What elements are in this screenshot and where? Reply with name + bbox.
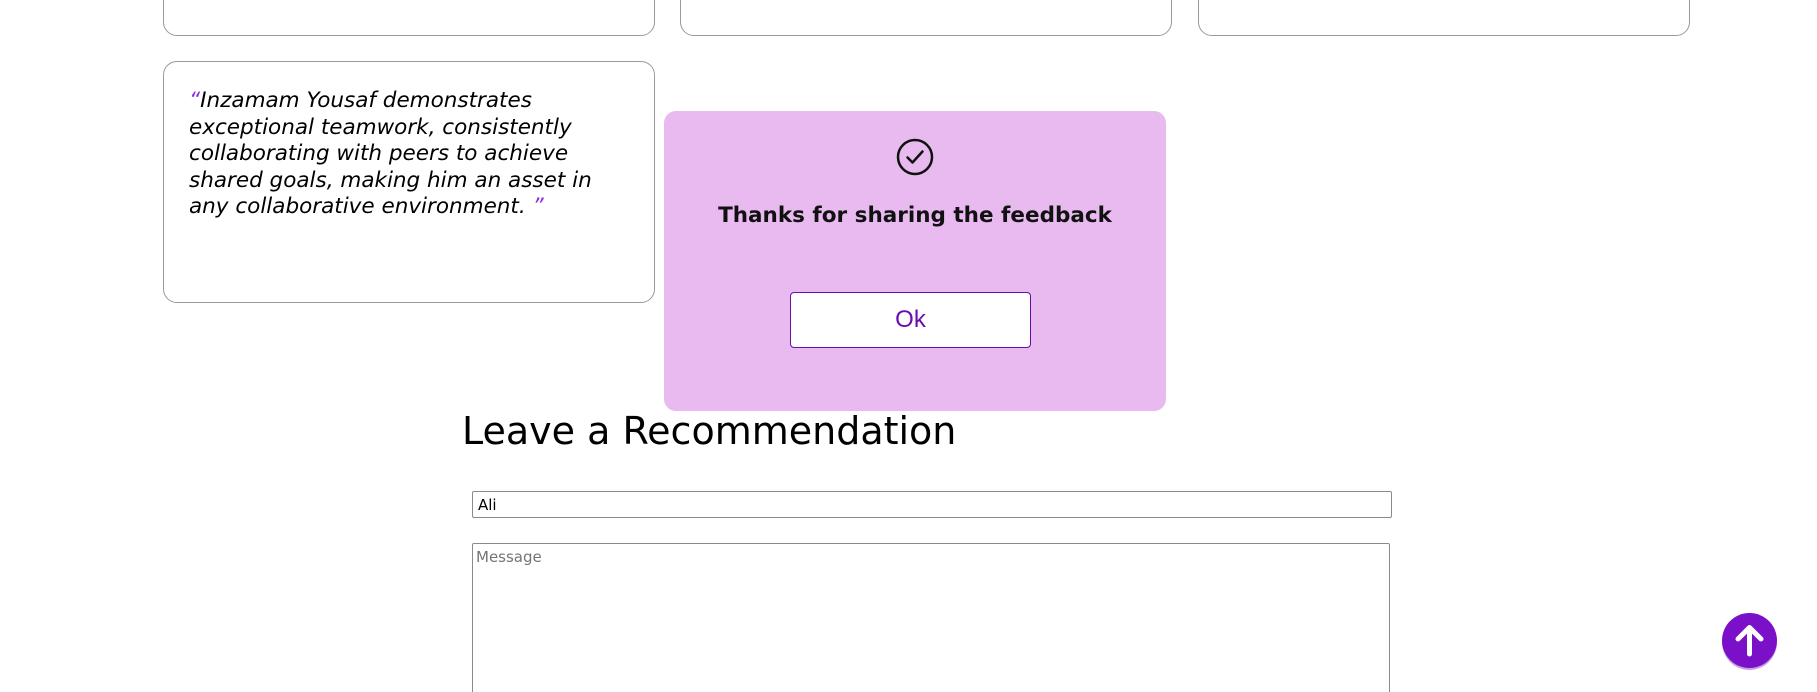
- arrow-up-icon: [1722, 613, 1777, 668]
- check-circle-icon: [896, 138, 934, 176]
- recommendation-card: [163, 0, 655, 36]
- modal-message: Thanks for sharing the feedback: [718, 203, 1112, 228]
- recommendation-card: [680, 0, 1172, 36]
- scroll-to-top-button[interactable]: [1722, 613, 1777, 668]
- name-input[interactable]: [472, 491, 1392, 518]
- ok-button[interactable]: Ok: [790, 292, 1031, 348]
- feedback-success-modal: Thanks for sharing the feedback Ok: [664, 111, 1166, 411]
- recommendation-quote: “Inzamam Yousaf demonstrates exceptional…: [189, 88, 630, 221]
- recommendation-form-heading: Leave a Recommendation: [462, 409, 957, 453]
- recommendation-card: [1198, 0, 1690, 36]
- message-input[interactable]: [472, 543, 1390, 692]
- recommendation-text: Inzamam Yousaf demonstrates exceptional …: [189, 88, 592, 219]
- recommendation-card: “Inzamam Yousaf demonstrates exceptional…: [163, 61, 655, 303]
- page: “Inzamam Yousaf demonstrates exceptional…: [0, 0, 1817, 692]
- open-quote-mark: “: [189, 88, 201, 113]
- close-quote-mark: ”: [532, 194, 544, 219]
